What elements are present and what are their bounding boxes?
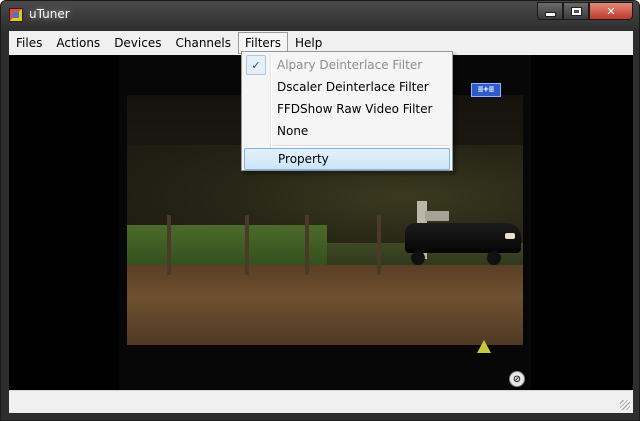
menu-item-ffdshow-raw-video[interactable]: FFDShow Raw Video Filter — [244, 98, 450, 120]
menu-item-property[interactable]: Property — [244, 148, 450, 170]
menu-devices[interactable]: Devices — [107, 32, 168, 54]
menu-item-label: FFDShow Raw Video Filter — [277, 102, 433, 116]
menu-item-label: None — [277, 124, 309, 138]
menu-files[interactable]: Files — [9, 32, 49, 54]
menu-separator — [273, 145, 449, 147]
title-bar[interactable]: uTuner ✕ — [1, 1, 639, 29]
channel-logo-icon: ≡+≡ — [471, 83, 501, 97]
menu-item-alpary-deinterlace[interactable]: ✓ Alpary Deinterlace Filter — [244, 54, 450, 76]
close-button[interactable]: ✕ — [589, 2, 633, 20]
check-icon: ✓ — [246, 55, 266, 75]
menu-item-label: Property — [278, 152, 329, 166]
minimize-button[interactable] — [537, 2, 563, 20]
menu-item-dscaler-deinterlace[interactable]: Dscaler Deinterlace Filter — [244, 76, 450, 98]
filters-dropdown: ✓ Alpary Deinterlace Filter Dscaler Dein… — [241, 51, 453, 171]
menu-item-label: Dscaler Deinterlace Filter — [277, 80, 429, 94]
status-bar — [9, 390, 633, 413]
maximize-button[interactable] — [563, 2, 589, 20]
menu-item-label: Alpary Deinterlace Filter — [277, 58, 423, 72]
app-icon[interactable] — [9, 8, 23, 22]
mute-icon[interactable]: ⊘ — [509, 371, 525, 387]
caption-buttons: ✕ — [537, 2, 633, 20]
close-icon: ✕ — [606, 4, 616, 18]
menu-channels[interactable]: Channels — [168, 32, 238, 54]
maximize-icon — [570, 6, 582, 16]
window-title: uTuner — [29, 7, 70, 21]
menu-item-none[interactable]: None — [244, 120, 450, 142]
triangle-icon — [477, 340, 491, 353]
resize-grip-icon[interactable] — [620, 400, 630, 410]
menu-actions[interactable]: Actions — [49, 32, 107, 54]
minimize-icon — [544, 11, 556, 17]
